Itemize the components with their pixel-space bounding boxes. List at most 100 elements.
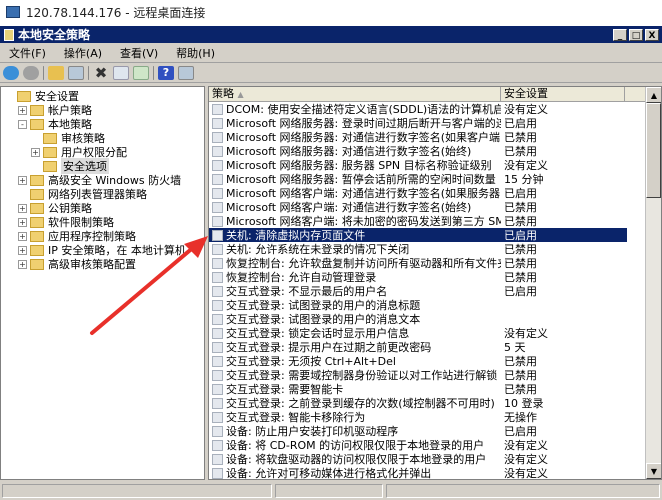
column-header-policy[interactable]: 策略 ▲ [209,87,501,101]
policy-row[interactable]: 设备: 允许对可移动媒体进行格式化并弹出 没有定义 [209,466,627,479]
folder-icon [43,132,57,144]
tree-item[interactable]: + 公钥策略 [1,201,204,215]
view-icon[interactable] [178,65,194,80]
menu-file[interactable]: 文件(F) [0,45,55,61]
tree-item[interactable]: + 用户权限分配 [1,145,204,159]
folder-icon [30,230,44,242]
policy-row[interactable]: DCOM: 使用安全描述符定义语言(SDDL)语法的计算机启动限制没有定义 [209,102,627,116]
tree-item[interactable]: + 软件限制策略 [1,215,204,229]
tree-item[interactable]: 审核策略 [1,131,204,145]
toolbar-divider [88,65,89,80]
tree-item[interactable]: + 应用程序控制策略 [1,229,204,243]
tree-item[interactable]: + IP 安全策略，在 本地计算机 [1,243,204,257]
collapse-icon[interactable]: - [18,119,27,129]
policy-row[interactable]: 交互式登录: 提示用户在过期之前更改密码 5 天 [209,340,627,354]
menu-help[interactable]: 帮助(H) [167,45,224,61]
expand-icon[interactable]: + [18,245,27,255]
policy-row[interactable]: 恢复控制台: 允许自动管理登录 已禁用 [209,270,627,284]
folder-icon [30,118,44,130]
folder-icon [30,258,44,270]
policy-row[interactable]: 设备: 防止用户安装打印机驱动程序 已启用 [209,424,627,438]
policy-row[interactable]: 交互式登录: 试图登录的用户的消息标题 [209,298,627,312]
policy-row[interactable]: Microsoft 网络客户端: 对通信进行数字签名(始终) 已禁用 [209,200,627,214]
policy-row[interactable]: 交互式登录: 不显示最后的用户名 已启用 [209,284,627,298]
toolbar: ✖ ? [0,63,662,83]
policy-row[interactable]: 设备: 将软盘驱动器的访问权限仅限于本地登录的用户 没有定义 [209,452,627,466]
back-icon[interactable] [3,65,19,80]
expand-icon[interactable]: + [18,203,27,213]
policy-row[interactable]: 交互式登录: 锁定会话时显示用户信息 没有定义 [209,326,627,340]
expand-icon[interactable]: + [31,147,40,157]
policy-icon [212,425,223,437]
minimize-button[interactable]: _ [613,28,627,41]
policy-icon [212,117,223,129]
status-panel [386,484,660,498]
folder-icon [30,104,44,116]
policy-row[interactable]: 交互式登录: 需要智能卡 已禁用 [209,382,627,396]
policy-row[interactable]: Microsoft 网络服务器: 暂停会话前所需的空闲时间数量 15 分钟 [209,172,627,186]
policy-row[interactable]: 关机: 允许系统在未登录的情况下关闭 已禁用 [209,242,627,256]
remote-desktop-icon [6,6,20,18]
expand-icon[interactable]: + [18,231,27,241]
policy-row[interactable]: 恢复控制台: 允许软盘复制并访问所有驱动器和所有文件夹 已禁用 [209,256,627,270]
folder-icon [30,216,44,228]
column-header-setting[interactable]: 安全设置 [501,87,625,101]
delete-icon[interactable]: ✖ [93,65,109,80]
policy-row[interactable]: Microsoft 网络客户端: 对通信进行数字签名(如果服务器... 已启用 [209,186,627,200]
status-panel [275,484,383,498]
tree-item[interactable]: + 高级安全 Windows 防火墙 [1,173,204,187]
maximize-button[interactable]: □ [629,28,643,41]
help-icon[interactable]: ? [158,65,174,80]
policy-icon [212,369,223,381]
policy-row[interactable]: Microsoft 网络客户端: 将未加密的密码发送到第三方 SM... 已禁用 [209,214,627,228]
policy-icon [212,201,223,213]
policy-row[interactable]: Microsoft 网络服务器: 登录时间过期后断开与客户端的连接 已启用 [209,116,627,130]
policy-row[interactable]: Microsoft 网络服务器: 对通信进行数字签名(如果客户端... 已禁用 [209,130,627,144]
toolbar-divider [43,65,44,80]
local-security-policy-window: 本地安全策略 _ □ X 文件(F) 操作(A) 查看(V) 帮助(H) ✖ ?… [0,26,662,500]
expand-icon[interactable]: + [18,105,27,115]
menu-bar: 文件(F) 操作(A) 查看(V) 帮助(H) [0,43,662,63]
tree-item[interactable]: - 本地策略 [1,117,204,131]
expand-icon[interactable]: + [18,259,27,269]
policy-row[interactable]: Microsoft 网络服务器: 对通信进行数字签名(始终) 已禁用 [209,144,627,158]
policy-icon [212,341,223,353]
tree-item[interactable]: 安全设置 [1,89,204,103]
scroll-thumb[interactable] [646,103,661,198]
policy-icon [212,173,223,185]
tree-item[interactable]: + 高级审核策略配置 [1,257,204,271]
export-icon[interactable] [133,65,149,80]
folder-icon [17,90,31,102]
scroll-up-icon[interactable]: ▲ [646,87,661,103]
policy-icon [212,439,223,451]
column-label: 策略 [212,87,234,100]
policy-icon [212,327,223,339]
policy-row[interactable]: 交互式登录: 试图登录的用户的消息文本 [209,312,627,326]
policy-row[interactable]: 设备: 将 CD-ROM 的访问权限仅限于本地登录的用户 没有定义 [209,438,627,452]
policy-row[interactable]: 关机: 清除虚拟内存页面文件 已启用 [209,228,627,242]
scroll-down-icon[interactable]: ▼ [646,463,661,479]
expand-icon[interactable]: + [18,175,27,185]
forward-icon[interactable] [23,65,39,80]
menu-view[interactable]: 查看(V) [111,45,167,61]
policy-row[interactable]: 交互式登录: 智能卡移除行为 无操作 [209,410,627,424]
tree-item[interactable]: 网络列表管理器策略 [1,187,204,201]
up-icon[interactable] [48,65,64,80]
policy-icon [212,411,223,423]
folder-icon [30,188,44,200]
vertical-scrollbar[interactable]: ▲ ▼ [645,87,661,479]
policy-row[interactable]: Microsoft 网络服务器: 服务器 SPN 目标名称验证级别 没有定义 [209,158,627,172]
close-button[interactable]: X [645,28,659,41]
show-hide-tree-icon[interactable] [68,65,84,80]
tree-item[interactable]: 安全选项 [1,158,204,174]
menu-action[interactable]: 操作(A) [55,45,111,61]
toolbar-divider [153,65,154,80]
policy-row[interactable]: 交互式登录: 无须按 Ctrl+Alt+Del 已禁用 [209,354,627,368]
tree-item[interactable]: + 帐户策略 [1,103,204,117]
folder-icon [43,146,57,158]
policy-row[interactable]: 交互式登录: 需要域控制器身份验证以对工作站进行解锁 已禁用 [209,368,627,382]
rdp-title-bar: 120.78.144.176 - 远程桌面连接 [0,0,662,24]
properties-icon[interactable] [113,65,129,80]
expand-icon[interactable]: + [18,217,27,227]
policy-row[interactable]: 交互式登录: 之前登录到缓存的次数(域控制器不可用时) 10 登录 [209,396,627,410]
